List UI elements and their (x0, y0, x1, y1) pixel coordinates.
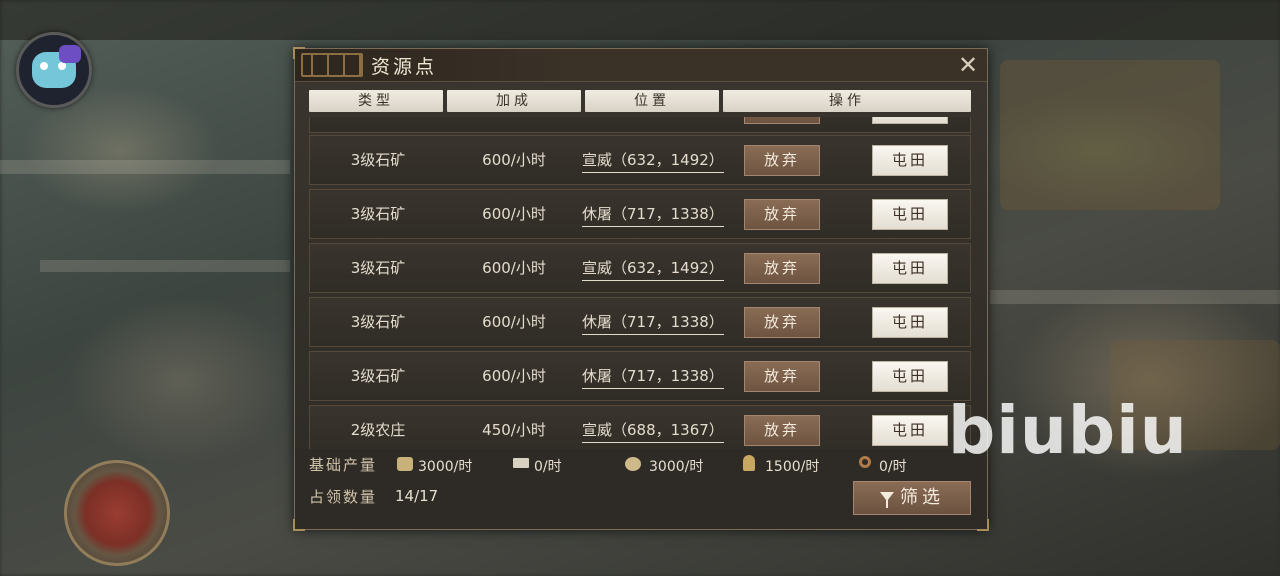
position-link[interactable]: 宣威（632，1492） (582, 151, 724, 173)
map-building-panel (1000, 60, 1220, 210)
stone-output: 3000/时 (649, 459, 704, 475)
resource-points-panel: 资源点 ✕ 类型 加成 位置 操作 3级石矿 600/小时 宣威（632，149… (293, 47, 989, 531)
filter-button[interactable]: 筛选 (853, 481, 971, 515)
resource-bonus: 600/小时 (482, 367, 546, 385)
base-output-label: 基础产量 (309, 456, 378, 474)
iron-output: 0/时 (534, 459, 562, 475)
resource-bonus: 600/小时 (482, 205, 546, 223)
resource-list[interactable]: 3级石矿 600/小时 宣威（632，1492） 放弃 屯田 3级石矿 600/… (309, 117, 973, 487)
resource-type: 3级石矿 (350, 259, 406, 277)
corner-ornament (293, 519, 305, 531)
corner-ornament (293, 47, 305, 59)
player-avatar[interactable] (16, 32, 92, 108)
table-row: 3级石矿 600/小时 休屠（717，1338） 放弃 屯田 (309, 297, 971, 347)
panel-title-bar: 资源点 ✕ (295, 49, 987, 82)
header-type: 类型 (309, 90, 443, 112)
header-actions: 操作 (723, 90, 971, 112)
resource-bonus: 600/小时 (482, 151, 546, 169)
table-row: 3级石矿 600/小时 宣威（632，1492） 放弃 屯田 (309, 243, 971, 293)
map-road (40, 260, 290, 272)
table-row: 3级石矿 600/小时 休屠（717，1338） 放弃 屯田 (309, 351, 971, 401)
table-row: 3级石矿 600/小时 宣威（632，1492） 放弃 屯田 (309, 135, 971, 185)
resource-type: 3级石矿 (350, 313, 406, 331)
abandon-button[interactable]: 放弃 (744, 307, 820, 338)
farm-button[interactable]: 屯田 (872, 199, 948, 230)
position-link-cell: 休屠（717，1338） (582, 190, 724, 238)
position-link[interactable]: 休屠（717，1338） (582, 367, 724, 389)
occupied-count-value: 14/17 (395, 487, 439, 505)
filter-icon (880, 492, 894, 508)
occupied-count-label: 占领数量 (309, 488, 378, 506)
panel-title: 资源点 (371, 56, 438, 78)
abandon-button[interactable]: 放弃 (744, 415, 820, 446)
header-position: 位置 (585, 90, 719, 112)
position-link-cell: 休屠（717，1338） (582, 298, 724, 346)
watermark-logo: biubiu (948, 392, 1188, 469)
stone-icon (625, 457, 641, 471)
resource-bonus: 600/小时 (482, 313, 546, 331)
top-status-bar (0, 0, 1280, 40)
abandon-button[interactable]: 放弃 (744, 145, 820, 176)
resource-bonus: 450/小时 (482, 421, 546, 439)
copper-output: 0/时 (879, 459, 907, 475)
wood-icon (397, 457, 413, 471)
resource-bonus: 600/小时 (482, 259, 546, 277)
filter-label: 筛选 (900, 487, 944, 508)
map-road (0, 160, 290, 174)
farm-button[interactable]: 屯田 (872, 145, 948, 176)
iron-icon (513, 458, 529, 468)
resource-type: 3级石矿 (350, 367, 406, 385)
farm-button[interactable]: 屯田 (872, 253, 948, 284)
copper-icon (859, 456, 871, 468)
position-link[interactable]: 宣威（632，1492） (582, 259, 724, 281)
table-row (309, 117, 971, 133)
abandon-button[interactable]: 放弃 (744, 361, 820, 392)
position-link[interactable]: 休屠（717，1338） (582, 313, 724, 335)
grain-output: 1500/时 (765, 459, 820, 475)
position-link[interactable]: 宣威（688，1367） (582, 421, 724, 443)
grain-icon (743, 455, 755, 471)
corner-ornament (977, 519, 989, 531)
table-row: 2级农庄 450/小时 宣威（688，1367） 放弃 屯田 (309, 405, 971, 455)
abandon-button[interactable] (744, 117, 820, 124)
table-row: 3级石矿 600/小时 休屠（717，1338） 放弃 屯田 (309, 189, 971, 239)
abandon-button[interactable]: 放弃 (744, 253, 820, 284)
resource-type: 2级农庄 (350, 421, 406, 439)
city-button[interactable] (64, 460, 170, 566)
map-road (990, 290, 1280, 304)
farm-button[interactable]: 屯田 (872, 307, 948, 338)
farm-button[interactable]: 屯田 (872, 415, 948, 446)
resource-type: 3级石矿 (350, 205, 406, 223)
position-link-cell: 宣威（632，1492） (582, 244, 724, 292)
position-link-cell: 宣威（688，1367） (582, 406, 724, 454)
title-ornament-icon (301, 53, 363, 77)
position-link-cell: 休屠（717，1338） (582, 352, 724, 400)
panel-footer: 基础产量 3000/时 0/时 3000/时 1500/时 0/时 占领数量 1… (295, 449, 987, 529)
farm-button[interactable]: 屯田 (872, 361, 948, 392)
header-bonus: 加成 (447, 90, 581, 112)
resource-type: 3级石矿 (350, 151, 406, 169)
close-button[interactable]: ✕ (955, 52, 981, 78)
position-link[interactable]: 休屠（717，1338） (582, 205, 724, 227)
position-link-cell: 宣威（632，1492） (582, 136, 724, 184)
avatar-hat-icon (59, 45, 81, 63)
farm-button[interactable] (872, 117, 948, 124)
wood-output: 3000/时 (418, 459, 473, 475)
abandon-button[interactable]: 放弃 (744, 199, 820, 230)
